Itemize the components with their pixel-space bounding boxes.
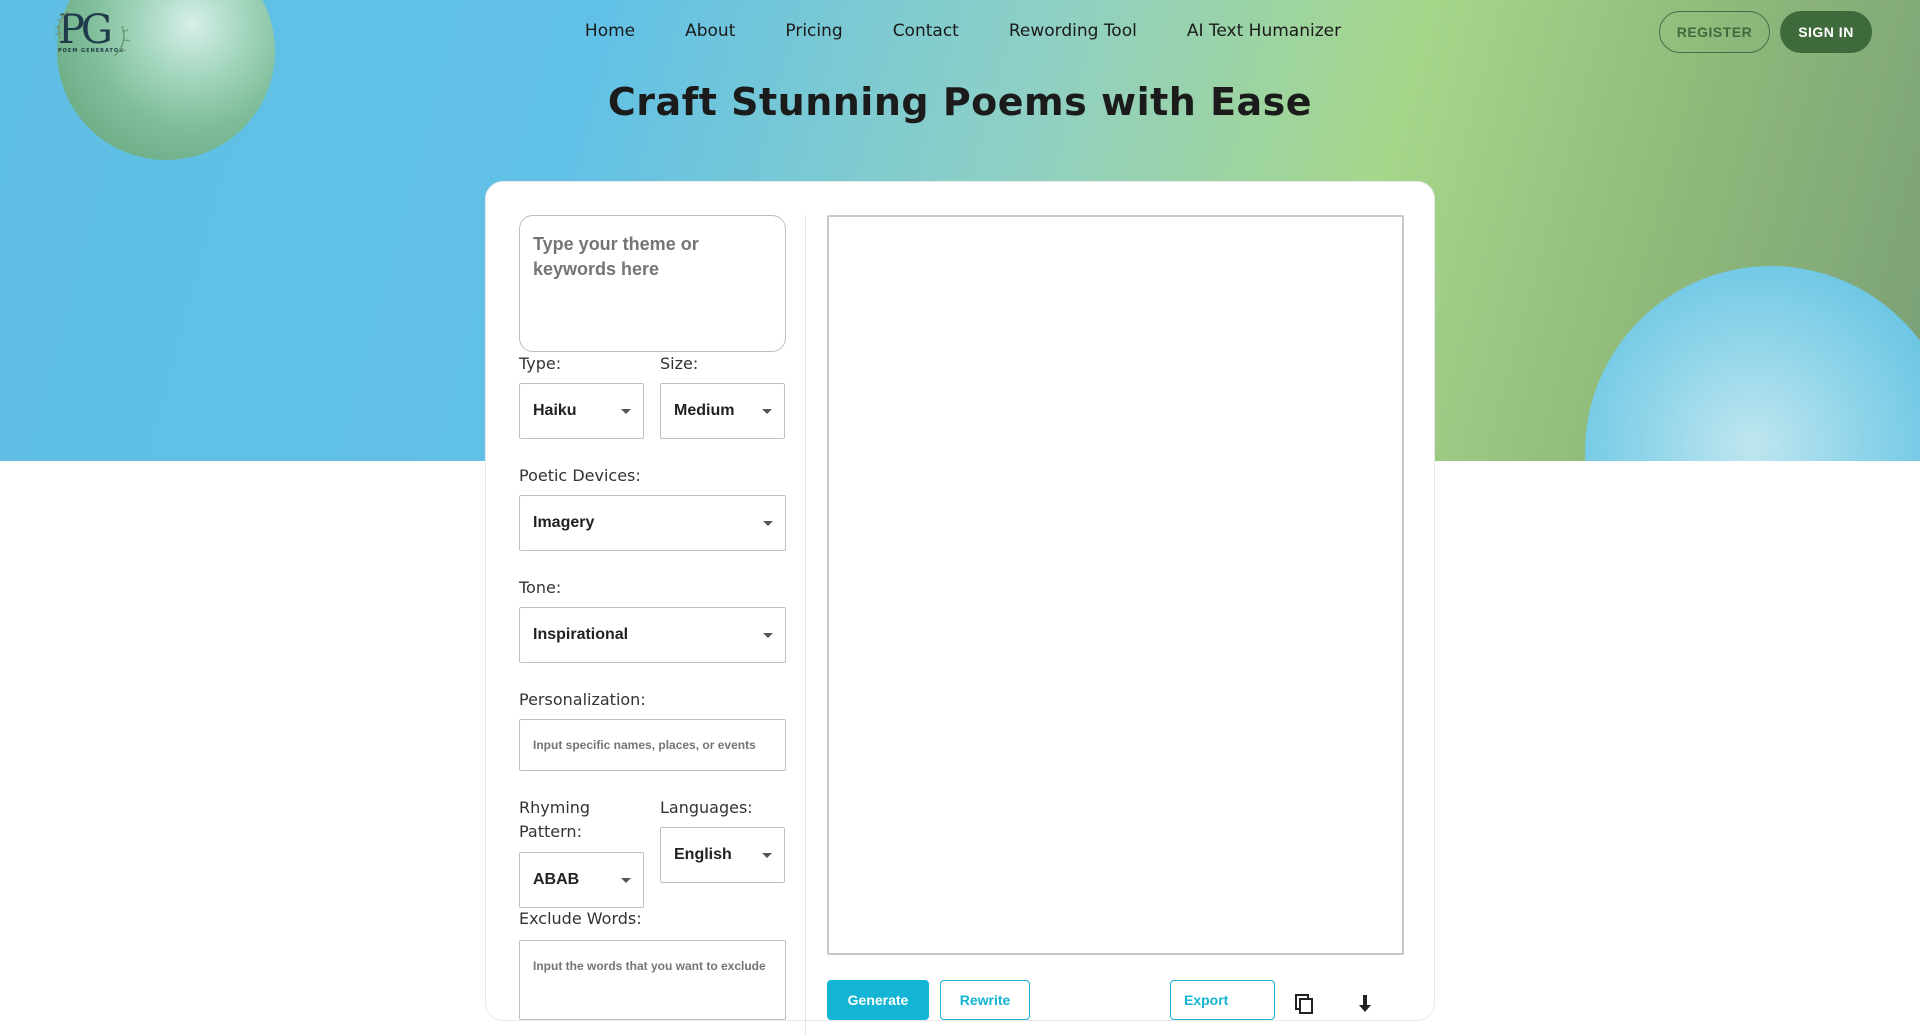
personalization-label: Personalization: [519,690,646,709]
nav-ai-text-humanizer[interactable]: AI Text Humanizer [1162,20,1366,42]
nav-home[interactable]: Home [560,20,660,42]
exclude-words-label: Exclude Words: [519,909,642,928]
sign-in-button[interactable]: SIGN IN [1780,11,1872,53]
poetic-devices-select-value: Imagery [533,514,595,531]
languages-label: Languages: [660,798,753,817]
languages-select-value: English [674,846,732,863]
theme-keywords-input[interactable] [519,215,786,352]
exclude-words-input[interactable] [519,940,786,1020]
nav-rewording-tool[interactable]: Rewording Tool [984,20,1162,42]
export-button[interactable]: Export [1170,980,1275,1020]
chevron-down-icon [762,409,772,414]
nav-about[interactable]: About [660,20,760,42]
chevron-down-icon [762,853,772,858]
type-select[interactable]: Haiku [519,383,644,439]
personalization-input[interactable] [519,719,786,771]
chevron-down-icon [763,633,773,638]
main-nav: Home About Pricing Contact Rewording Too… [0,20,1920,44]
download-icon[interactable] [1358,994,1372,1016]
copy-icon[interactable] [1294,994,1314,1016]
languages-select[interactable]: English [660,827,785,883]
rhyming-pattern-select-value: ABAB [533,871,580,888]
rhyming-pattern-select[interactable]: ABAB [519,852,644,908]
register-button[interactable]: REGISTER [1659,11,1770,53]
poetic-devices-label: Poetic Devices: [519,466,641,485]
nav-contact[interactable]: Contact [868,20,984,42]
column-divider [805,215,806,1035]
size-select[interactable]: Medium [660,383,785,439]
rhyming-pattern-label: Rhyming Pattern: [519,798,591,841]
decorative-sphere-right [1585,266,1920,461]
poem-output-area[interactable] [827,215,1404,955]
chevron-down-icon [763,521,773,526]
size-label: Size: [660,354,699,373]
nav-pricing[interactable]: Pricing [760,20,867,42]
chevron-down-icon [621,878,631,883]
tone-label: Tone: [519,578,562,597]
generate-button[interactable]: Generate [827,980,929,1020]
rewrite-button[interactable]: Rewrite [940,980,1030,1020]
type-select-value: Haiku [533,402,577,419]
poem-generator-card: Type: Haiku Size: Medium Poetic Devices:… [485,181,1435,1035]
chevron-down-icon [621,409,631,414]
poetic-devices-select[interactable]: Imagery [519,495,786,551]
size-select-value: Medium [674,402,735,419]
page-title: Craft Stunning Poems with Ease [607,80,1313,124]
type-label: Type: [519,354,562,373]
tone-select-value: Inspirational [533,626,629,643]
tone-select[interactable]: Inspirational [519,607,786,663]
